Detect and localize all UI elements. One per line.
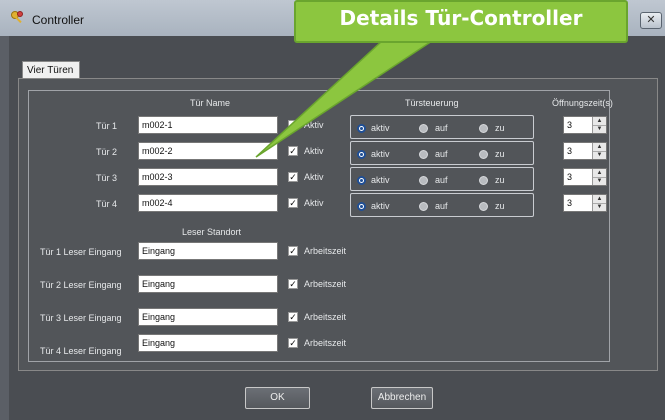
door-4-opening-time-value: 3 (567, 198, 573, 208)
callout-banner: Details Tür-Controller (294, 0, 628, 43)
door-1-label: Tür 1 (96, 121, 118, 131)
door-1-radio-aktiv-label: aktiv (371, 123, 390, 133)
reader-2-arbeitszeit-checkbox[interactable]: ✓ (288, 279, 298, 289)
window-title: Controller (32, 13, 85, 27)
door-3-opening-time-spinner[interactable]: 3 ▲ ▼ (563, 168, 607, 186)
door-2-aktiv-label: Aktiv (304, 146, 324, 156)
door-1-name-field[interactable]: m002-1 (138, 116, 278, 134)
door-2-label: Tür 2 (96, 147, 118, 157)
door-1-radio-aktiv[interactable] (357, 124, 366, 133)
door-1-aktiv-checkbox[interactable]: ✓ (288, 120, 298, 130)
door-1-radio-auf[interactable] (419, 124, 428, 133)
door-3-radio-aktiv[interactable] (357, 176, 366, 185)
close-button[interactable]: ✕ (640, 12, 662, 29)
header-tuer-name: Tür Name (190, 98, 231, 108)
reader-4-location-field[interactable]: Eingang (138, 334, 278, 352)
reader-1-arbeitszeit-label: Arbeitszeit (304, 246, 347, 256)
door-4-label: Tür 4 (96, 199, 118, 209)
door-3-label: Tür 3 (96, 173, 118, 183)
callout-text: Details Tür-Controller (339, 6, 583, 30)
door-4-name-field[interactable]: m002-4 (138, 194, 278, 212)
door-3-mode-group: aktiv auf zu (350, 167, 534, 191)
door-3-radio-zu-label: zu (495, 175, 505, 185)
reader-3-arbeitszeit-checkbox[interactable]: ✓ (288, 312, 298, 322)
door-2-opening-time-spinner[interactable]: 3 ▲ ▼ (563, 142, 607, 160)
door-3-radio-auf[interactable] (419, 176, 428, 185)
close-icon: ✕ (646, 14, 656, 26)
door-1-radio-zu-label: zu (495, 123, 505, 133)
door-4-radio-aktiv-label: aktiv (371, 201, 390, 211)
spinner-arrows-icon[interactable]: ▲ ▼ (592, 195, 606, 211)
keys-icon (11, 11, 23, 24)
reader-1-arbeitszeit-checkbox[interactable]: ✓ (288, 246, 298, 256)
reader-3-arbeitszeit-label: Arbeitszeit (304, 312, 347, 322)
door-2-aktiv-checkbox[interactable]: ✓ (288, 146, 298, 156)
door-3-aktiv-checkbox[interactable]: ✓ (288, 172, 298, 182)
door-4-opening-time-spinner[interactable]: 3 ▲ ▼ (563, 194, 607, 212)
controller-window: Controller ✕ Vier Türen Tür Name Türsteu… (0, 0, 665, 420)
door-1-opening-time-value: 3 (567, 120, 573, 130)
door-4-radio-auf[interactable] (419, 202, 428, 211)
door-4-radio-zu-label: zu (495, 201, 505, 211)
reader-4-arbeitszeit-label: Arbeitszeit (304, 338, 347, 348)
tab-vier-tueren[interactable]: Vier Türen (22, 61, 80, 79)
door-2-opening-time-value: 3 (567, 146, 573, 156)
reader-3-location-field[interactable]: Eingang (138, 308, 278, 326)
door-3-name-field[interactable]: m002-3 (138, 168, 278, 186)
reader-4-label: Tür 4 Leser Eingang (40, 346, 122, 356)
door-1-radio-auf-label: auf (435, 123, 448, 133)
door-2-radio-auf[interactable] (419, 150, 428, 159)
door-3-radio-aktiv-label: aktiv (371, 175, 390, 185)
header-tuersteuerung: Türsteuerung (405, 98, 459, 108)
door-3-radio-zu[interactable] (479, 176, 488, 185)
door-4-radio-zu[interactable] (479, 202, 488, 211)
reader-1-label: Tür 1 Leser Eingang (40, 247, 122, 257)
door-4-radio-aktiv[interactable] (357, 202, 366, 211)
door-4-aktiv-label: Aktiv (304, 198, 324, 208)
door-3-aktiv-label: Aktiv (304, 172, 324, 182)
door-2-radio-auf-label: auf (435, 149, 448, 159)
ok-button[interactable]: OK (245, 387, 310, 409)
door-4-aktiv-checkbox[interactable]: ✓ (288, 198, 298, 208)
door-1-aktiv-label: Aktiv (304, 120, 324, 130)
door-1-radio-zu[interactable] (479, 124, 488, 133)
door-4-mode-group: aktiv auf zu (350, 193, 534, 217)
reader-2-arbeitszeit-label: Arbeitszeit (304, 279, 347, 289)
door-2-radio-zu-label: zu (495, 149, 505, 159)
door-1-opening-time-spinner[interactable]: 3 ▲ ▼ (563, 116, 607, 134)
door-4-radio-auf-label: auf (435, 201, 448, 211)
reader-3-label: Tür 3 Leser Eingang (40, 313, 122, 323)
door-2-name-field[interactable]: m002-2 (138, 142, 278, 160)
cancel-button[interactable]: Abbrechen (371, 387, 433, 409)
reader-2-location-field[interactable]: Eingang (138, 275, 278, 293)
header-leser-standort: Leser Standort (182, 227, 242, 237)
reader-1-location-field[interactable]: Eingang (138, 242, 278, 260)
spinner-arrows-icon[interactable]: ▲ ▼ (592, 169, 606, 185)
door-2-radio-aktiv[interactable] (357, 150, 366, 159)
door-2-radio-zu[interactable] (479, 150, 488, 159)
spinner-arrows-icon[interactable]: ▲ ▼ (592, 117, 606, 133)
door-3-radio-auf-label: auf (435, 175, 448, 185)
door-2-mode-group: aktiv auf zu (350, 141, 534, 165)
reader-2-label: Tür 2 Leser Eingang (40, 280, 122, 290)
door-1-mode-group: aktiv auf zu (350, 115, 534, 139)
reader-4-arbeitszeit-checkbox[interactable]: ✓ (288, 338, 298, 348)
spinner-arrows-icon[interactable]: ▲ ▼ (592, 143, 606, 159)
door-2-radio-aktiv-label: aktiv (371, 149, 390, 159)
door-3-opening-time-value: 3 (567, 172, 573, 182)
header-oeffnungszeit: Öffnungszeit(s) (552, 98, 613, 108)
